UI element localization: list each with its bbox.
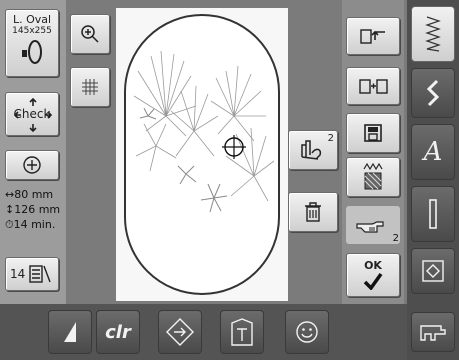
bar-icon — [429, 199, 437, 229]
hoop-select-button[interactable]: L. Oval 145x255 — [5, 9, 59, 77]
delete-button[interactable] — [288, 192, 338, 232]
save-icon — [364, 124, 382, 142]
check-label: Check — [13, 107, 51, 121]
hoop-outline — [124, 14, 280, 295]
hand-pointer-icon — [356, 221, 384, 233]
left-panel: L. Oval 145x255 Check ↔80 mm ↕126 mm ⏱14… — [0, 0, 66, 304]
alphabet-icon: A — [423, 137, 443, 167]
hand-pointer-panel[interactable]: 2 — [346, 206, 400, 244]
stitch-density-icon — [363, 162, 383, 190]
zoom-in-icon — [81, 25, 99, 43]
stitch-zigzag-icon — [425, 16, 441, 52]
split-move-button[interactable]: 2 — [288, 130, 338, 170]
ok-label: OK — [364, 259, 382, 272]
frame-icon — [422, 260, 444, 282]
design-height: ↕126 mm — [5, 203, 61, 216]
stitch-time: ⏱14 min. — [5, 218, 56, 231]
ok-check-icon — [363, 272, 383, 290]
book-icon — [231, 318, 253, 346]
contrast-button[interactable] — [48, 310, 92, 354]
hand-pointer-badge: 2 — [392, 233, 399, 244]
color-list-button[interactable]: 14 — [5, 257, 59, 291]
rotate-icon — [166, 318, 194, 346]
embroidery-machine-icon — [420, 325, 446, 341]
center-button[interactable] — [5, 150, 59, 180]
design-width: ↔80 mm — [5, 188, 54, 201]
color-count: 14 — [10, 267, 26, 281]
alphabet-tab[interactable]: A — [411, 124, 455, 180]
save-button[interactable] — [346, 113, 400, 153]
stitch-s-tab[interactable] — [411, 68, 455, 118]
rotate-back-icon — [360, 29, 385, 44]
check-button[interactable]: Check — [5, 92, 59, 136]
embroidery-screen: L. Oval 145x255 Check ↔80 mm ↕126 mm ⏱14… — [0, 0, 459, 360]
split-move-badge: 2 — [327, 133, 334, 144]
combine-icon — [359, 79, 388, 94]
color-list-icon — [29, 265, 51, 283]
split-move-icon — [301, 140, 322, 160]
hoop-size: 145x255 — [12, 26, 52, 36]
stitch-zigzag-tab[interactable] — [411, 6, 455, 62]
hoop-icon — [22, 40, 42, 64]
combine-button[interactable] — [346, 67, 400, 105]
stitch-s-icon — [426, 79, 440, 107]
hoop-name: L. Oval — [12, 13, 52, 26]
book-button[interactable] — [220, 310, 264, 354]
grid-icon — [82, 79, 98, 95]
far-right-tabs: A — [407, 0, 459, 360]
bottom-toolbar: clr — [0, 304, 407, 360]
center-icon — [23, 156, 41, 174]
rotate-back-button[interactable] — [346, 17, 400, 55]
clear-button[interactable]: clr — [96, 310, 140, 354]
rotate-button[interactable] — [158, 310, 202, 354]
contrast-icon — [64, 322, 76, 342]
frame-tab[interactable] — [411, 248, 455, 294]
bar-tab[interactable] — [411, 186, 455, 242]
hoop-canvas[interactable] — [116, 8, 288, 301]
ok-button[interactable]: OK — [346, 253, 400, 297]
delete-icon — [305, 202, 321, 222]
right-function-column: 2 OK — [342, 0, 404, 304]
zoom-in-button[interactable] — [70, 14, 110, 54]
stitch-density-button[interactable] — [346, 157, 400, 197]
embroidery-design — [133, 50, 275, 213]
smiley-button[interactable] — [285, 310, 329, 354]
smiley-icon — [296, 321, 318, 343]
embroidery-machine-tab[interactable] — [411, 312, 455, 352]
grid-button[interactable] — [70, 67, 110, 107]
clear-icon: clr — [105, 321, 131, 343]
